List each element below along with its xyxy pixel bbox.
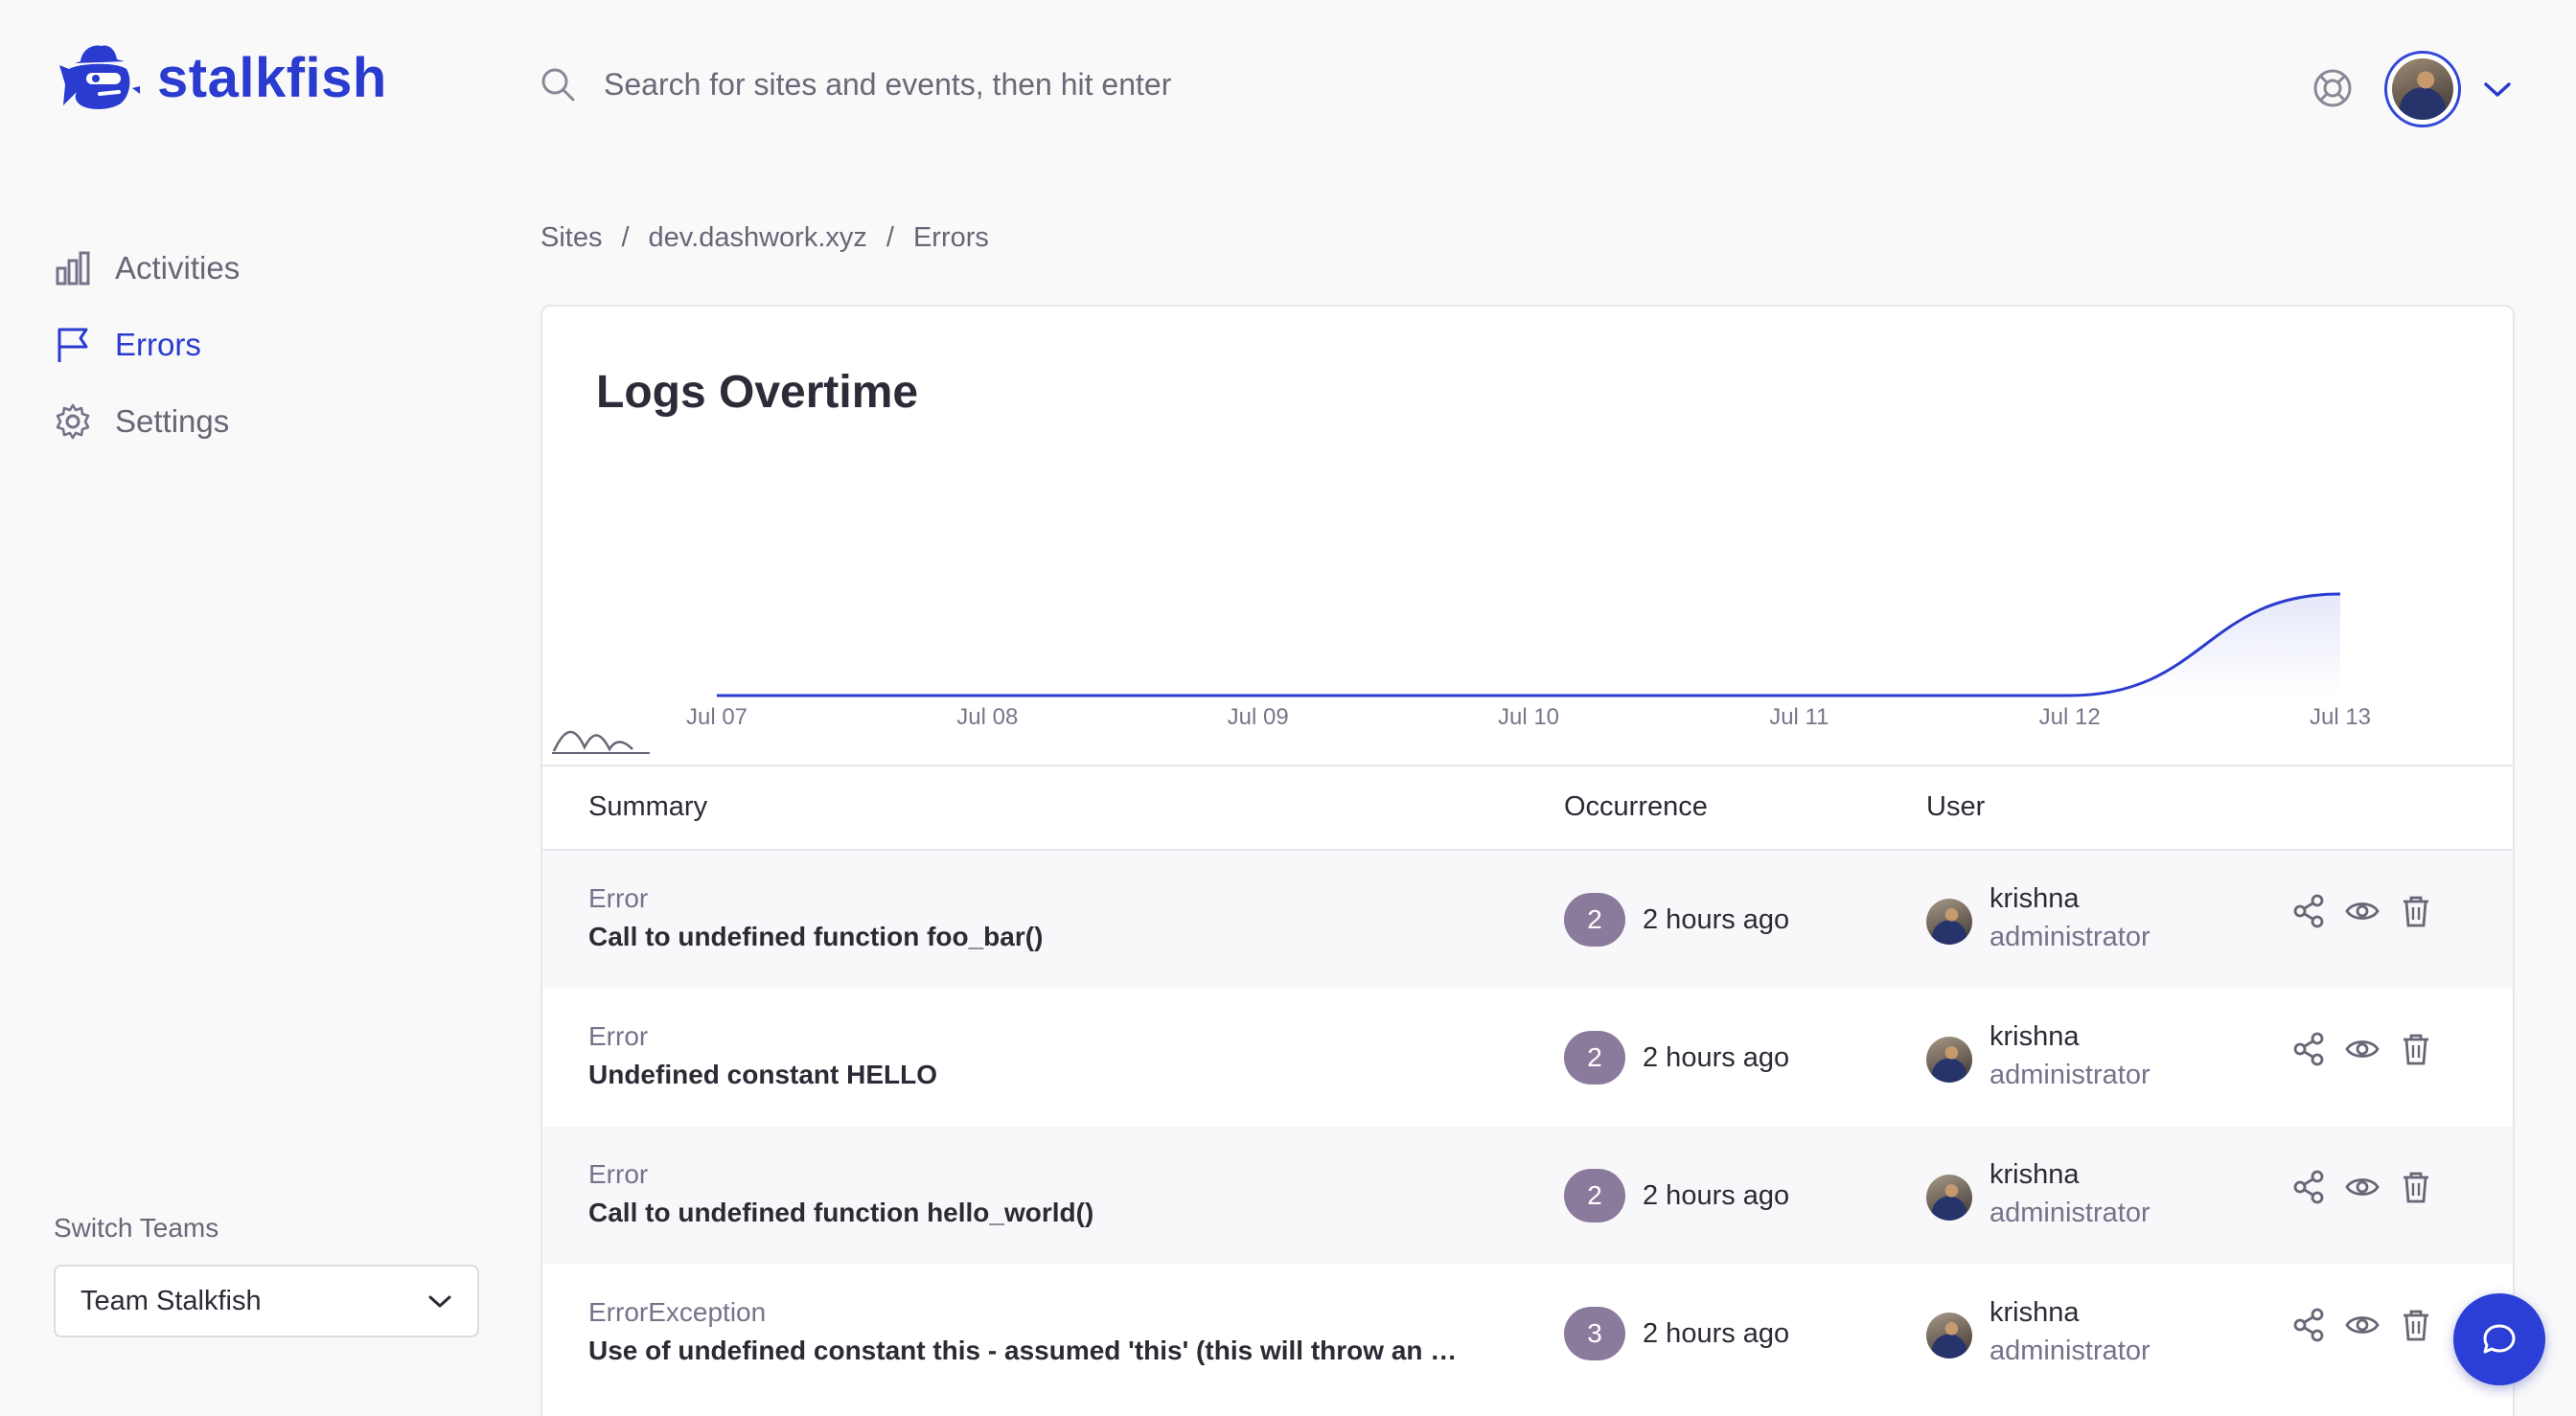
search-input[interactable]: Search for sites and events, then hit en… bbox=[604, 67, 1171, 103]
chevron-down-icon bbox=[2484, 82, 2511, 97]
sidebar-item-label: Settings bbox=[115, 403, 230, 439]
occurrence-time: 2 hours ago bbox=[1643, 1042, 1790, 1073]
flag-icon bbox=[58, 328, 88, 362]
search-bar[interactable]: Search for sites and events, then hit en… bbox=[539, 65, 1171, 103]
breadcrumb: Sites / dev.dashwork.xyz / Errors bbox=[540, 222, 989, 254]
error-message[interactable]: Call to undefined function hello_world() bbox=[588, 1198, 1093, 1228]
brand-name: stalkfish bbox=[157, 46, 387, 109]
user-name: krishna bbox=[1990, 1297, 2080, 1328]
sidebar-item-activities[interactable]: Activities bbox=[54, 230, 240, 307]
table-row[interactable]: Error Call to undefined function hello_w… bbox=[542, 1127, 2513, 1265]
error-type: Error bbox=[588, 1021, 649, 1051]
fish-spy-logo-icon bbox=[59, 45, 140, 109]
user-menu-toggle[interactable] bbox=[2482, 79, 2513, 104]
logs-card: Logs Overtime Jul 07 Jul 08 Jul 09 Jul 10 Ju… bbox=[540, 305, 2515, 1416]
user-name: krishna bbox=[1990, 1159, 2080, 1190]
search-icon bbox=[541, 68, 575, 102]
column-occurrence: Occurrence bbox=[1564, 791, 1708, 822]
user-role: administrator bbox=[1990, 1336, 2150, 1366]
occurrence-count-badge: 2 bbox=[1564, 1169, 1625, 1222]
team-select-value: Team Stalkfish bbox=[80, 1285, 262, 1316]
logs-chart: Jul 07 Jul 08 Jul 09 Jul 10 Jul 11 Jul 12 Jul … bbox=[552, 592, 2371, 754]
share-icon[interactable] bbox=[2290, 1307, 2327, 1343]
x-tick-label: Jul 07 bbox=[686, 704, 748, 730]
breadcrumb-separator: / bbox=[886, 222, 894, 253]
sidebar-item-label: Errors bbox=[115, 327, 201, 362]
x-tick-label: Jul 09 bbox=[1228, 704, 1289, 730]
table-row[interactable]: ErrorException Use of undefined constant… bbox=[542, 1265, 2513, 1403]
trash-icon[interactable] bbox=[2398, 1307, 2434, 1343]
user-role: administrator bbox=[1990, 922, 2150, 952]
column-summary: Summary bbox=[588, 791, 708, 822]
share-icon[interactable] bbox=[2290, 1031, 2327, 1067]
error-type: ErrorException bbox=[588, 1297, 767, 1327]
table-header: Summary Occurrence User bbox=[542, 765, 2513, 851]
sidebar-item-errors[interactable]: Errors bbox=[54, 307, 240, 383]
user-role: administrator bbox=[1990, 1198, 2150, 1228]
avatar bbox=[1926, 1175, 1972, 1221]
brand-logo[interactable]: stalkfish bbox=[58, 40, 387, 115]
occurrence-time: 2 hours ago bbox=[1643, 1180, 1790, 1211]
table-row[interactable]: Error Call to undefined function foo_bar… bbox=[542, 851, 2513, 989]
row-actions bbox=[2290, 1307, 2434, 1343]
occurrence-count-badge: 2 bbox=[1564, 1031, 1625, 1085]
chat-bubble-icon bbox=[2483, 1324, 2516, 1354]
share-icon[interactable] bbox=[2290, 1169, 2327, 1205]
trash-icon[interactable] bbox=[2398, 1169, 2434, 1205]
trash-icon[interactable] bbox=[2398, 893, 2434, 929]
x-tick-label: Jul 08 bbox=[956, 704, 1018, 730]
error-type: Error bbox=[588, 1159, 649, 1189]
chevron-down-icon bbox=[428, 1295, 451, 1308]
breadcrumb-site[interactable]: dev.dashwork.xyz bbox=[649, 222, 867, 254]
switch-teams-label: Switch Teams bbox=[54, 1213, 219, 1243]
avatar bbox=[1926, 1037, 1972, 1083]
avatar bbox=[1926, 1313, 1972, 1359]
user-role: administrator bbox=[1990, 1060, 2150, 1090]
trash-icon[interactable] bbox=[2398, 1031, 2434, 1067]
chart-watermark-icon bbox=[552, 730, 650, 754]
eye-icon[interactable] bbox=[2344, 1031, 2380, 1067]
help-button[interactable] bbox=[2312, 67, 2354, 114]
eye-icon[interactable] bbox=[2344, 1169, 2380, 1205]
chat-launcher-button[interactable] bbox=[2453, 1293, 2545, 1385]
row-actions bbox=[2290, 893, 2434, 929]
row-actions bbox=[2290, 1169, 2434, 1205]
eye-icon[interactable] bbox=[2344, 1307, 2380, 1343]
error-type: Error bbox=[588, 883, 649, 913]
gear-icon bbox=[56, 403, 90, 440]
breadcrumb-separator: / bbox=[621, 222, 630, 253]
error-message[interactable]: Undefined constant HELLO bbox=[588, 1060, 937, 1090]
x-tick-label: Jul 10 bbox=[1498, 704, 1559, 730]
x-tick-label: Jul 12 bbox=[2039, 704, 2101, 730]
row-actions bbox=[2290, 1031, 2434, 1067]
occurrence-count-badge: 3 bbox=[1564, 1307, 1625, 1360]
avatar bbox=[1926, 899, 1972, 945]
lifebuoy-icon bbox=[2313, 69, 2352, 107]
sidebar-item-label: Activities bbox=[115, 250, 241, 285]
x-tick-label: Jul 11 bbox=[1769, 704, 1828, 730]
chart-series-line bbox=[717, 592, 2341, 697]
table-row[interactable]: Error Undefined constant HELLO 2 2 hours… bbox=[542, 989, 2513, 1127]
user-avatar[interactable] bbox=[2384, 51, 2461, 127]
chart-area-fill bbox=[717, 594, 2340, 696]
error-message[interactable]: Use of undefined constant this - assumed… bbox=[588, 1336, 1470, 1366]
user-name: krishna bbox=[1990, 1021, 2080, 1052]
breadcrumb-sites[interactable]: Sites bbox=[540, 222, 602, 254]
occurrence-time: 2 hours ago bbox=[1643, 1318, 1790, 1349]
occurrence-count-badge: 2 bbox=[1564, 893, 1625, 947]
eye-icon[interactable] bbox=[2344, 893, 2380, 929]
breadcrumb-current: Errors bbox=[912, 222, 989, 253]
occurrence-time: 2 hours ago bbox=[1643, 904, 1790, 935]
share-icon[interactable] bbox=[2290, 893, 2327, 929]
bar-chart-icon bbox=[56, 251, 90, 285]
x-tick-label: Jul 13 bbox=[2310, 704, 2371, 730]
team-select[interactable]: Team Stalkfish bbox=[54, 1265, 479, 1337]
sidebar-nav: Activities Errors Settings bbox=[54, 230, 240, 460]
sidebar-item-settings[interactable]: Settings bbox=[54, 383, 240, 460]
error-message[interactable]: Call to undefined function foo_bar() bbox=[588, 922, 1043, 952]
user-name: krishna bbox=[1990, 883, 2080, 914]
column-user: User bbox=[1926, 791, 1986, 822]
